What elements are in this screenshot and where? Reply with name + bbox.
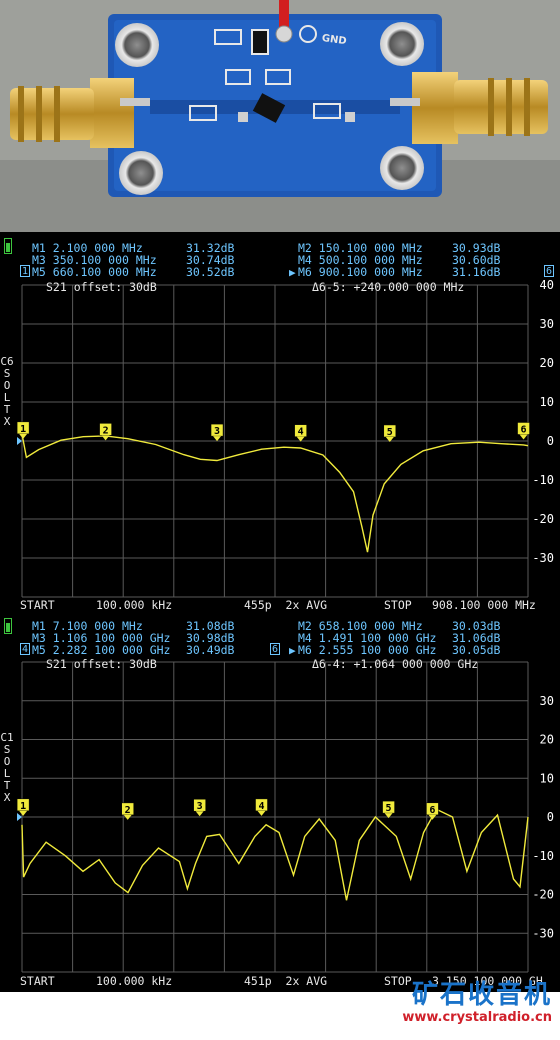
marker-5-label: M5 2.282 100 000 GHz (32, 643, 171, 657)
battery-icon (4, 238, 12, 254)
sma-connector-left (10, 78, 150, 148)
marker-1[interactable]: 1 (16, 421, 30, 439)
channel-side-label: C1 S O L T X (0, 731, 14, 804)
y-tick-label: 30 (540, 317, 554, 331)
mounting-hole-icon (380, 22, 424, 66)
active-marker-indicator: 6 (270, 643, 280, 655)
marker-1-number: 1 (20, 801, 26, 812)
vna-screen-1: 40 30 20 10 0 -10 -20 -30 1 2 3 4 5 6 M1 2.100 000 MH… (0, 232, 560, 612)
channel-side-label: C6 S O L T X (0, 355, 14, 428)
start-label: START (20, 598, 55, 612)
marker-2-number: 2 (103, 425, 109, 436)
y-tick-label: 20 (540, 356, 554, 370)
marker-5[interactable]: 5 (383, 424, 397, 442)
trace-info: S21 offset: 30dB (46, 657, 157, 671)
y-tick-label: 40 (540, 278, 554, 292)
mounting-hole-icon (380, 146, 424, 190)
marker-4-number: 4 (298, 427, 304, 438)
marker-5-value: 30.52dB (186, 265, 235, 279)
marker-4[interactable]: 4 (255, 798, 268, 816)
marker-2[interactable]: 2 (99, 423, 112, 441)
y-tick-label: 0 (547, 810, 554, 824)
reference-level-pointer-icon (17, 437, 22, 445)
vna-screen-2: 30 20 10 0 -10 -20 -30 1 2 3 4 5 6 M1 7.100 000 MHz … (0, 612, 560, 992)
marker-4[interactable]: 4 (294, 424, 307, 442)
marker-6-number: 6 (521, 424, 527, 435)
marker-6-value: 30.05dB (452, 643, 501, 657)
y-tick-label: 0 (547, 434, 554, 448)
marker-4-number: 4 (258, 801, 264, 812)
start-label: START (20, 974, 55, 988)
mounting-hole-icon (119, 151, 163, 195)
marker-3[interactable]: 3 (193, 798, 206, 817)
amplifier-board-photo: GND (0, 0, 560, 232)
marker-6-label: M6 2.555 100 000 GHz (298, 643, 437, 657)
marker-2-number: 2 (125, 805, 131, 816)
marker-3-number: 3 (197, 801, 203, 812)
marker-3-number: 3 (214, 426, 220, 437)
start-frequency: 100.000 kHz (96, 598, 173, 612)
watermark-name: 矿石收音机 (411, 980, 552, 1010)
trace-info: S21 offset: 30dB (46, 280, 157, 294)
y-tick-label: 10 (540, 395, 554, 409)
delta-readout: Δ6-4: +1.064 000 000 GHz (312, 657, 479, 671)
y-tick-label: 20 (540, 733, 554, 747)
points-and-averaging: 451p 2x AVG (244, 974, 328, 988)
reference-level-pointer-icon (17, 813, 22, 821)
y-tick-label: 30 (540, 694, 554, 708)
reference-marker-indicator: 4 (20, 643, 30, 655)
marker-3[interactable]: 3 (210, 423, 224, 442)
board-illustration: GND (0, 0, 560, 232)
stop-frequency: 908.100 000 MHz (432, 598, 536, 612)
marker-1-number: 1 (20, 424, 26, 435)
mounting-hole-icon (115, 23, 159, 67)
marker-5-label: M5 660.100 000 MHz (32, 265, 157, 279)
y-tick-label: -10 (532, 473, 554, 487)
watermark-url: www.crystalradio.cn (402, 1010, 552, 1025)
points-and-averaging: 455p 2x AVG (244, 598, 328, 612)
y-tick-label: -30 (532, 551, 554, 565)
active-marker-pointer-icon: ▶ (289, 644, 296, 657)
marker-5-value: 30.49dB (186, 643, 235, 657)
delta-readout: Δ6-5: +240.000 000 MHz (312, 280, 465, 294)
active-marker-pointer-icon: ▶ (289, 266, 296, 279)
reference-marker-indicator: 1 (20, 265, 30, 277)
y-tick-label: 10 (540, 771, 554, 785)
stop-label: STOP (384, 598, 412, 612)
marker-6-number: 6 (429, 805, 435, 816)
y-tick-label: -20 (532, 888, 554, 902)
marker-6-label: M6 900.100 000 MHz (298, 265, 423, 279)
marker-5-number: 5 (387, 427, 393, 438)
y-tick-label: -20 (532, 512, 554, 526)
marker-5-number: 5 (386, 803, 392, 814)
marker-6-value: 31.16dB (452, 265, 501, 279)
sma-connector-right (390, 72, 548, 144)
marker-5[interactable]: 5 (382, 800, 395, 819)
y-tick-label: -30 (532, 926, 554, 940)
site-watermark: 矿石收音机 www.crystalradio.cn (392, 980, 552, 1026)
marker-1[interactable]: 1 (16, 798, 30, 816)
active-marker-indicator: 6 (544, 265, 554, 277)
start-frequency: 100.000 kHz (96, 974, 173, 988)
y-tick-label: -10 (532, 849, 554, 863)
battery-icon (4, 618, 12, 634)
